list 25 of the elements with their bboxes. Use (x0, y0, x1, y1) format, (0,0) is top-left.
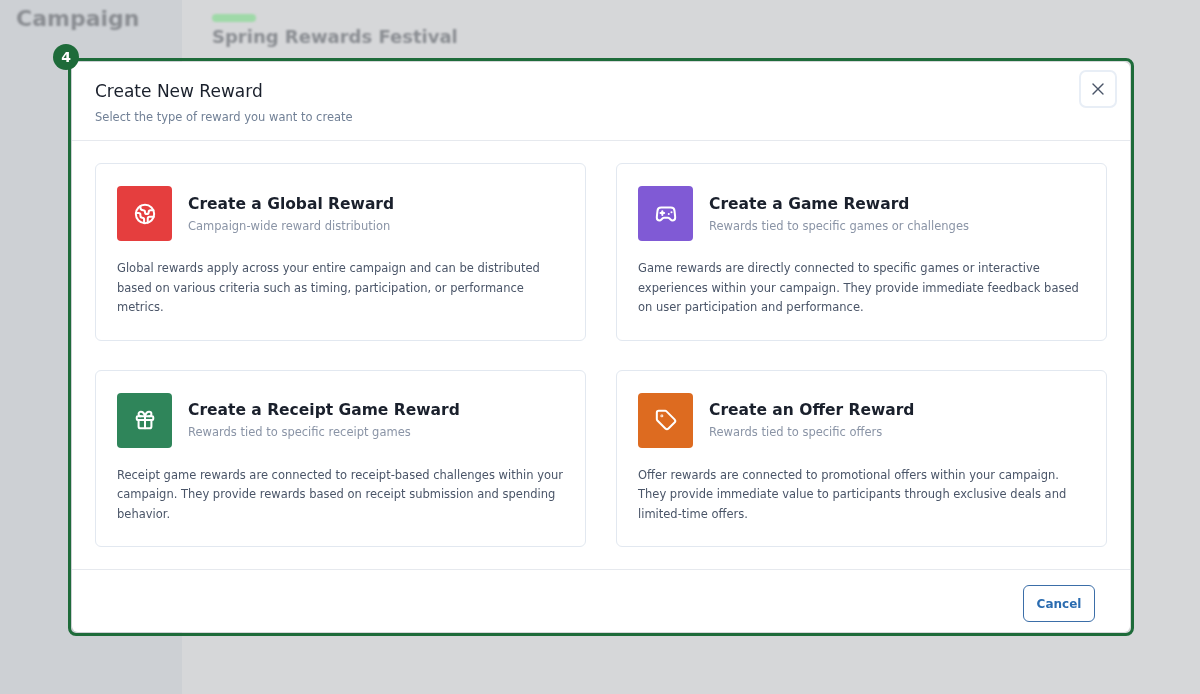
option-subtitle: Rewards tied to specific receipt games (188, 425, 412, 439)
option-title: Create an Offer Reward (709, 401, 915, 419)
option-description: Game rewards are directly connected to specific games or interactive experiences within your campaign. They provide immediate feedback based on user participation and performance. (638, 260, 1080, 316)
dialog-title: Create New Reward (95, 81, 263, 101)
gift-icon (133, 409, 156, 431)
cancel-button[interactable]: Cancel (1023, 585, 1095, 622)
option-description: Offer rewards are connected to promotional offers within your campaign. They provide immediate value to participants through exclusive deals and limited-time offers. (638, 466, 1068, 523)
status-pill (212, 13, 256, 22)
reward-option-card[interactable] (616, 163, 1107, 341)
reward-option-card[interactable] (95, 163, 586, 341)
option-description: Receipt game rewards are connected to receipt-based challenges within your campaign. They provide rewards based on receipt submission and spending behavior. (117, 466, 564, 523)
reward-option-card[interactable] (616, 369, 1107, 547)
campaign-name: Spring Rewards Festival (212, 25, 459, 47)
option-title: Create a Game Reward (709, 194, 911, 213)
reward-option-card[interactable] (95, 369, 586, 547)
option-subtitle: Campaign-wide reward distribution (188, 218, 392, 233)
option-subtitle: Rewards tied to specific games or challenges (709, 218, 969, 233)
dialog-subtitle: Select the type of reward you want to create (95, 110, 353, 124)
tag-icon (654, 409, 677, 431)
option-description: Global rewards apply across your entire campaign and can be distributed based on various criteria such as timing, participation, or performance metrics. (117, 260, 541, 316)
option-title: Create a Receipt Game Reward (188, 401, 460, 419)
globe-icon (133, 202, 156, 225)
app-title: Campaign (16, 6, 140, 31)
option-title: Create a Global Reward (188, 194, 395, 213)
option-subtitle: Rewards tied to specific offers (709, 425, 884, 439)
